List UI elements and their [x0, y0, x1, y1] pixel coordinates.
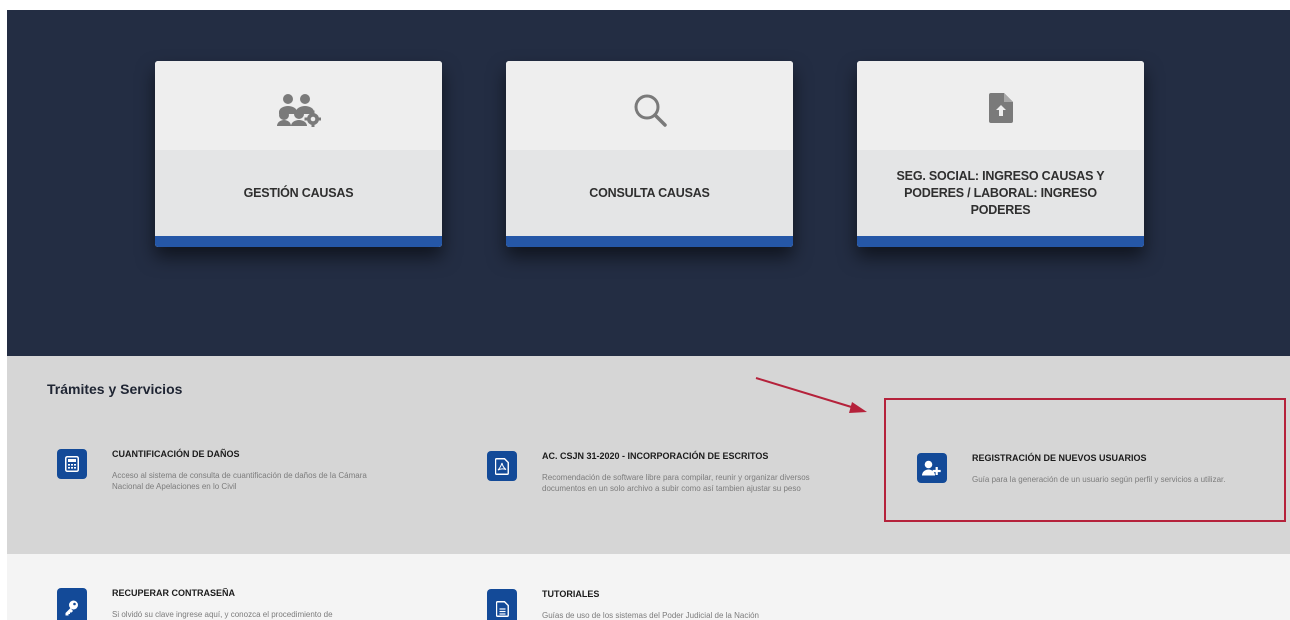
annotation-highlight-box [884, 398, 1286, 522]
annotation-arrow [755, 377, 867, 413]
